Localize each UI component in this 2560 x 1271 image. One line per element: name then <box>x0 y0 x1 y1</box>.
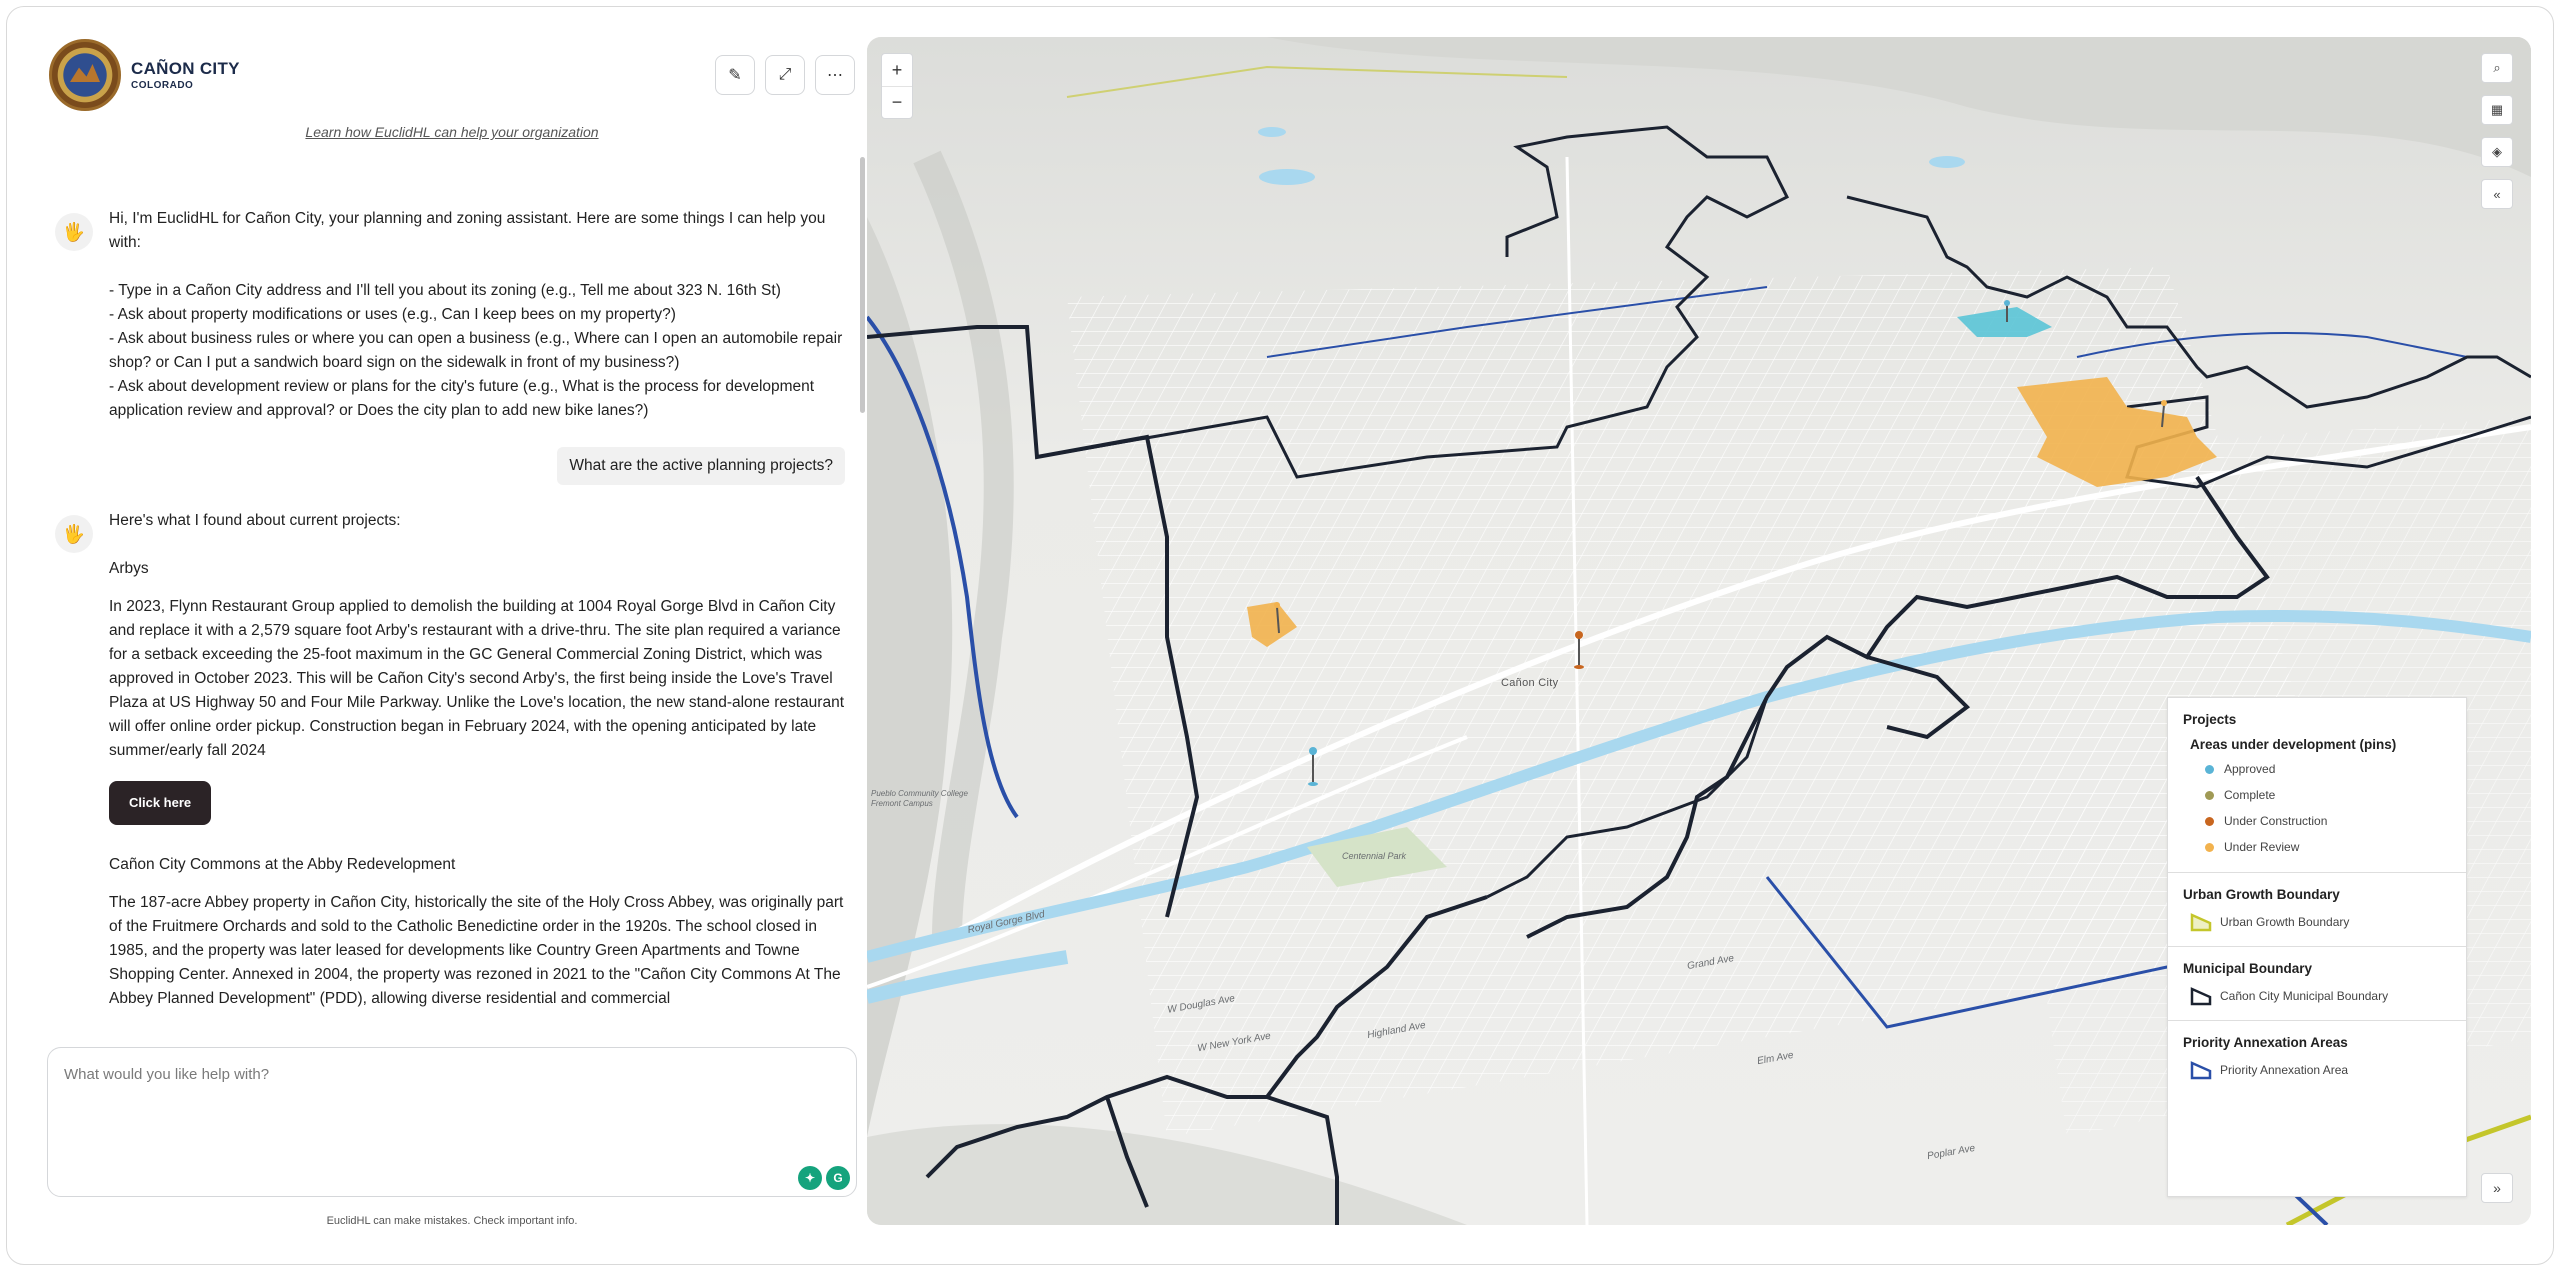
app-frame: CAÑON CITY COLORADO ✎ ⤢ ⋯ Learn how Eucl… <box>6 6 2554 1265</box>
click-here-button[interactable]: Click here <box>109 781 212 825</box>
more-icon: ⋯ <box>827 67 843 84</box>
qr-icon: ▦ <box>2490 102 2504 117</box>
pond <box>1258 127 1286 137</box>
legend-municipal: Municipal Boundary Cañon City Municipal … <box>2168 947 2466 1021</box>
collapse-icon: « <box>2493 186 2501 202</box>
map-layers-button[interactable]: ◈ <box>2481 137 2513 167</box>
priority-swatch-icon <box>2190 1061 2212 1080</box>
municipal-swatch-icon <box>2190 987 2212 1006</box>
legend-item-under-review: Under Review <box>2205 840 2451 854</box>
project-description: The 187-acre Abbey property in Cañon Cit… <box>109 894 844 1007</box>
assist-icon[interactable]: ✦ <box>798 1166 822 1190</box>
legend-label: Urban Growth Boundary <box>2220 915 2350 929</box>
legend-item-priority: Priority Annexation Area <box>2190 1060 2451 1080</box>
search-icon: ⌕ <box>2493 60 2501 75</box>
chat-scrollbar[interactable] <box>860 157 865 413</box>
input-addons: ✦ G <box>798 1166 850 1190</box>
ugb-swatch-icon <box>2190 913 2212 932</box>
legend-projects: Projects Areas under development (pins) … <box>2168 698 2466 873</box>
greeting-bullets: - Type in a Cañon City address and I'll … <box>109 279 845 423</box>
expand-button[interactable]: ⤢ <box>765 55 805 95</box>
under-construction-dot-icon <box>2205 816 2214 826</box>
pond <box>1929 156 1965 168</box>
legend-heading: Municipal Boundary <box>2183 961 2313 976</box>
map-search-button[interactable]: ⌕ <box>2481 53 2513 83</box>
legend-item-under-construction: Under Construction <box>2205 814 2451 828</box>
greeting-bullet: - Ask about business rules or where you … <box>109 330 843 371</box>
layers-icon: ◈ <box>2492 144 2502 159</box>
greeting-intro: Hi, I'm EuclidHL for Cañon City, your pl… <box>109 210 826 251</box>
more-button[interactable]: ⋯ <box>815 55 855 95</box>
legend-expand-button[interactable]: » <box>2481 1173 2513 1203</box>
legend-label: Priority Annexation Area <box>2220 1063 2349 1077</box>
map-qr-button[interactable]: ▦ <box>2481 95 2513 125</box>
user-message: What are the active planning projects? <box>55 447 845 485</box>
chat-panel: CAÑON CITY COLORADO ✎ ⤢ ⋯ Learn how Eucl… <box>7 7 869 1264</box>
legend-label: Approved <box>2224 762 2276 776</box>
zoom-out-button[interactable]: − <box>882 86 912 118</box>
grammarly-icon[interactable]: G <box>826 1166 850 1190</box>
brand[interactable]: CAÑON CITY COLORADO <box>49 39 240 111</box>
user-question: What are the active planning projects? <box>557 447 845 485</box>
map-label-college: Pueblo Community College Fremont Campus <box>871 789 968 808</box>
map-label-park: Centennial Park <box>1342 851 1407 861</box>
map-tools: ⌕ ▦ ◈ « <box>2481 53 2513 209</box>
chat-toolbar: ✎ ⤢ ⋯ <box>715 55 855 95</box>
legend-heading: Priority Annexation Areas <box>2183 1035 2348 1050</box>
bot-message-answer: 🖐 Here's what I found about current proj… <box>55 509 845 1011</box>
legend-heading: Urban Growth Boundary <box>2183 887 2340 902</box>
answer-intro: Here's what I found about current projec… <box>109 512 401 529</box>
greeting-bullet: - Type in a Cañon City address and I'll … <box>109 282 781 299</box>
bot-message-greeting: 🖐 Hi, I'm EuclidHL for Cañon City, your … <box>55 207 845 423</box>
approved-dot-icon <box>2205 764 2214 774</box>
expand-icon: ⤢ <box>778 66 792 83</box>
legend-item-complete: Complete <box>2205 788 2451 802</box>
legend-item-ugb: Urban Growth Boundary <box>2190 912 2451 932</box>
under-review-dot-icon <box>2205 842 2214 852</box>
legend-label: Under Construction <box>2224 814 2328 828</box>
brand-name: CAÑON CITY <box>131 59 240 78</box>
chat-input-box: ✦ G <box>47 1047 857 1197</box>
bot-avatar-icon: 🖐 <box>55 515 93 553</box>
project-description: In 2023, Flynn Restaurant Group applied … <box>109 598 845 759</box>
map-view[interactable]: Cañon City Royal Gorge Blvd Centennial P… <box>867 37 2531 1225</box>
project-title: Cañon City Commons at the Abby Redevelop… <box>109 856 456 873</box>
pond <box>1259 169 1315 185</box>
legend-ugb: Urban Growth Boundary Urban Growth Bound… <box>2168 873 2466 947</box>
project-title: Arbys <box>109 560 149 577</box>
greeting-bullet: - Ask about development review or plans … <box>109 378 815 419</box>
chat-input[interactable] <box>48 1048 856 1196</box>
zoom-control: + − <box>881 53 913 119</box>
edit-icon: ✎ <box>728 67 742 84</box>
legend-priority: Priority Annexation Areas Priority Annex… <box>2168 1021 2466 1094</box>
map-legend: Projects Areas under development (pins) … <box>2167 697 2467 1197</box>
new-chat-button[interactable]: ✎ <box>715 55 755 95</box>
legend-label: Cañon City Municipal Boundary <box>2220 989 2389 1003</box>
city-seal-logo <box>49 39 121 111</box>
brand-state: COLORADO <box>131 80 194 91</box>
disclaimer: EuclidHL can make mistakes. Check import… <box>326 1215 578 1227</box>
chat-thread[interactable]: 🖐 Hi, I'm EuclidHL for Cañon City, your … <box>55 207 845 1037</box>
learn-link[interactable]: Learn how EuclidHL can help your organiz… <box>7 124 897 140</box>
zoom-in-button[interactable]: + <box>882 54 912 86</box>
legend-pins-heading: Areas under development (pins) <box>2190 737 2397 752</box>
map-label-city: Cañon City <box>1501 677 1559 689</box>
legend-item-municipal: Cañon City Municipal Boundary <box>2190 986 2451 1006</box>
complete-dot-icon <box>2205 790 2214 800</box>
greeting-bullet: - Ask about property modifications or us… <box>109 306 676 323</box>
bot-avatar-icon: 🖐 <box>55 213 93 251</box>
legend-title: Projects <box>2183 712 2237 727</box>
legend-item-approved: Approved <box>2205 762 2451 776</box>
legend-label: Under Review <box>2224 840 2300 854</box>
legend-label: Complete <box>2224 788 2276 802</box>
map-collapse-button[interactable]: « <box>2481 179 2513 209</box>
